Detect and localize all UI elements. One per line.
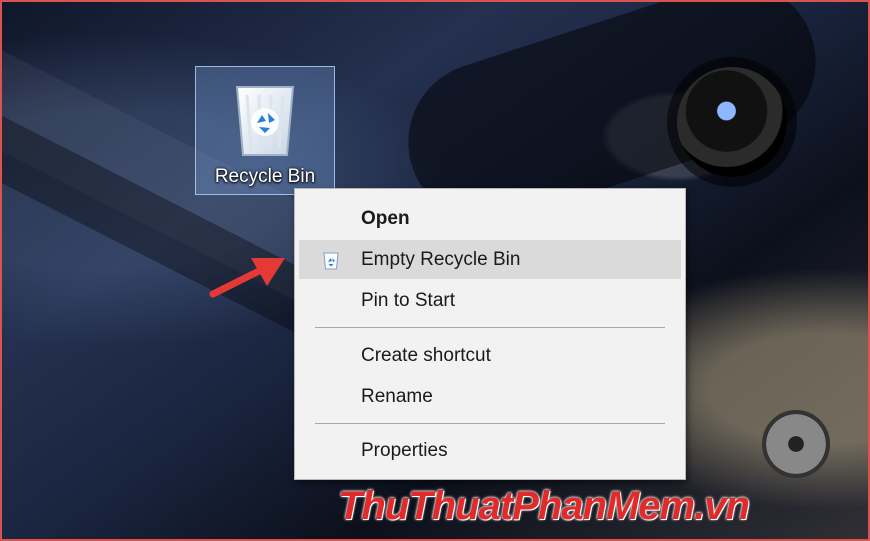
watermark: ThuThuatPhanMem.vn [338,480,750,532]
watermark-part: .vn [694,484,750,528]
menu-item-pin-to-start[interactable]: Pin to Start [299,281,681,320]
menu-item-label: Open [361,208,410,229]
wallpaper-lens [677,67,787,177]
menu-item-empty-recycle-bin[interactable]: Empty Recycle Bin [299,240,681,279]
recycle-bin-label: Recycle Bin [214,166,316,187]
menu-item-rename[interactable]: Rename [299,377,681,416]
menu-item-properties[interactable]: Properties [299,431,681,470]
desktop-background: Recycle Bin Open Empty Recycle Bin Pin t… [0,0,870,541]
menu-item-open[interactable]: Open [299,199,681,238]
menu-item-label: Pin to Start [361,290,455,311]
recycle-bin-icon [235,86,295,156]
wallpaper-dial [762,410,830,478]
recycle-bin-desktop-icon[interactable]: Recycle Bin [195,66,335,195]
menu-item-label: Create shortcut [361,345,491,366]
menu-item-label: Rename [361,386,433,407]
menu-separator [315,327,665,328]
menu-separator [315,423,665,424]
watermark-part: ThuThuat [338,484,513,528]
menu-item-label: Empty Recycle Bin [361,249,521,270]
menu-item-label: Properties [361,440,448,461]
red-arrow-icon [209,258,285,298]
context-menu: Open Empty Recycle Bin Pin to Start Crea… [294,188,686,480]
watermark-part: PhanMem [512,484,695,528]
recycle-bin-small-icon [323,252,339,270]
menu-item-create-shortcut[interactable]: Create shortcut [299,336,681,375]
